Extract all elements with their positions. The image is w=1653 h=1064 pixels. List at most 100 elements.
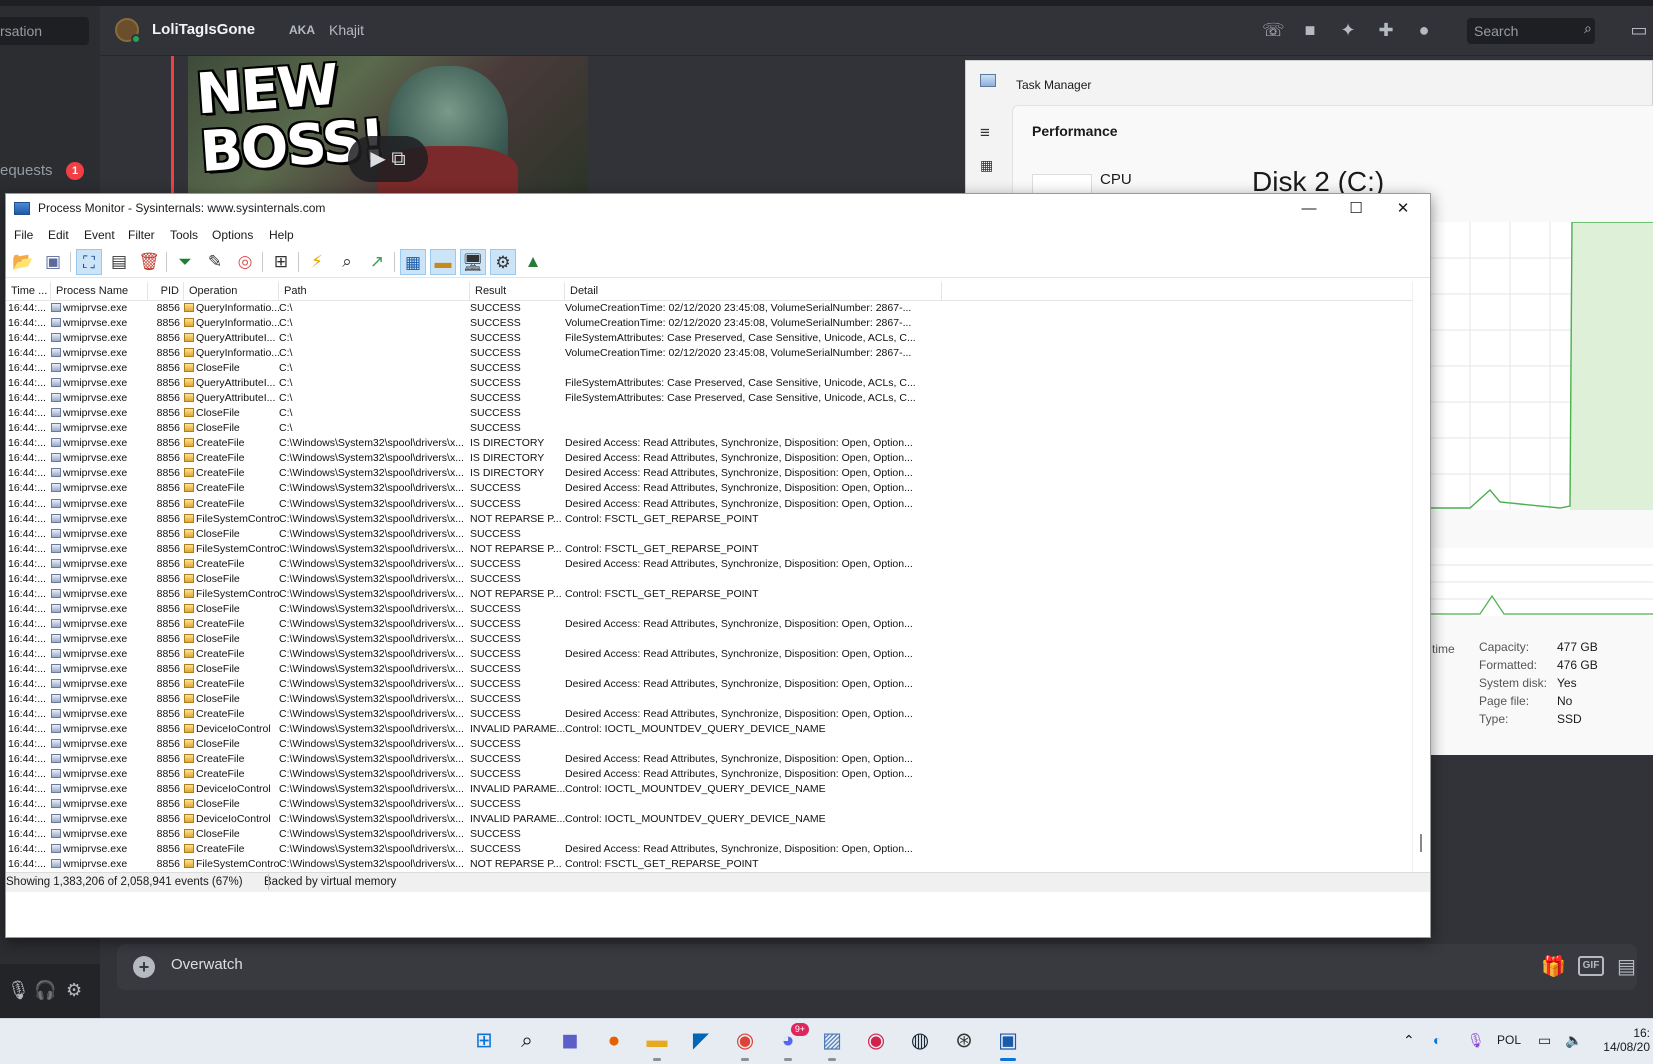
inbox-icon[interactable]: ▭ xyxy=(1628,20,1650,40)
table-row[interactable]: 16:44:... wmiprvse.exe 8856 CloseFile C:\Win… xyxy=(6,527,942,541)
table-row[interactable]: 16:44:... wmiprvse.exe 8856 FileSystemContr… xyxy=(6,542,942,556)
tray-edge-icon[interactable]: ◐ xyxy=(1433,1032,1441,1048)
menu-event[interactable]: Event xyxy=(84,228,115,242)
table-row[interactable]: 16:44:... wmiprvse.exe 8856 CloseFile C:\ SUC… xyxy=(6,406,942,420)
gear-icon[interactable]: ⚙ xyxy=(66,980,82,1001)
microphone-icon[interactable]: 🎙 xyxy=(7,980,30,1001)
steam-icon[interactable]: ◍ xyxy=(905,1026,935,1056)
table-row[interactable]: 16:44:... wmiprvse.exe 8856 DeviceIoControl… xyxy=(6,782,942,796)
menu-tools[interactable]: Tools xyxy=(170,228,198,242)
menu-file[interactable]: File xyxy=(14,228,33,242)
table-row[interactable]: 16:44:... wmiprvse.exe 8856 CreateFile C:\Wi… xyxy=(6,842,942,856)
autoscroll-icon[interactable]: ▤ xyxy=(106,249,132,275)
process-activity-icon[interactable]: ⚙ xyxy=(490,249,516,275)
column-header-detail[interactable]: Detail xyxy=(565,282,942,301)
find-icon[interactable]: ⌕ xyxy=(334,249,360,275)
filesystem-activity-icon[interactable]: ▬ xyxy=(430,249,456,275)
headphones-icon[interactable]: 🎧 xyxy=(34,980,56,1001)
registry-activity-icon[interactable]: ▦ xyxy=(400,249,426,275)
video-call-icon[interactable]: ■ xyxy=(1299,20,1321,40)
target-icon[interactable]: ◎ xyxy=(232,249,258,275)
discord-search-input[interactable]: Search xyxy=(1467,18,1595,44)
network-activity-icon[interactable]: 🖥 xyxy=(460,249,486,275)
table-row[interactable]: 16:44:... wmiprvse.exe 8856 CreateFile C:\Wi… xyxy=(6,436,942,450)
cpu-label[interactable]: CPU xyxy=(1100,171,1132,188)
volume-icon[interactable]: 🔈 xyxy=(1565,1032,1582,1049)
capture-icon[interactable]: ⛶ xyxy=(76,249,102,275)
column-header-pid[interactable]: PID xyxy=(148,282,184,301)
video-embed-thumbnail[interactable]: NEW BOSS! ▶ ⧉ xyxy=(188,56,588,196)
jump-icon[interactable]: ⚡ xyxy=(304,249,330,275)
tray-overflow-icon[interactable]: ⌃ xyxy=(1403,1032,1415,1049)
table-row[interactable]: 16:44:... wmiprvse.exe 8856 CreateFile C:\Wi… xyxy=(6,481,942,495)
message-input-text[interactable]: Overwatch xyxy=(171,956,243,973)
table-row[interactable]: 16:44:... wmiprvse.exe 8856 FileSystemContr… xyxy=(6,587,942,601)
tray-mic-icon[interactable]: 🎙 xyxy=(1467,1032,1485,1049)
table-row[interactable]: 16:44:... wmiprvse.exe 8856 CloseFile C:\Win… xyxy=(6,797,942,811)
process-monitor-taskbar-icon[interactable]: ▣ xyxy=(993,1026,1023,1056)
close-button[interactable]: ✕ xyxy=(1380,196,1426,222)
table-row[interactable]: 16:44:... wmiprvse.exe 8856 QueryAttributeI… xyxy=(6,331,942,345)
taskbar-clock[interactable]: 16: 14/08/20 xyxy=(1595,1026,1650,1054)
table-row[interactable]: 16:44:... wmiprvse.exe 8856 CloseFile C:\Win… xyxy=(6,572,942,586)
hamburger-menu-icon[interactable]: ≡ xyxy=(980,123,990,143)
table-row[interactable]: 16:44:... wmiprvse.exe 8856 QueryInformatio… xyxy=(6,316,942,330)
process-monitor-window[interactable]: Process Monitor - Sysinternals: www.sysi… xyxy=(5,193,1431,938)
menu-options[interactable]: Options xyxy=(212,228,253,242)
column-header-operation[interactable]: Operation xyxy=(184,282,279,301)
filter-icon[interactable]: ⏷ xyxy=(172,249,198,275)
table-row[interactable]: 16:44:... wmiprvse.exe 8856 CreateFile C:\Wi… xyxy=(6,767,942,781)
menu-edit[interactable]: Edit xyxy=(48,228,69,242)
table-row[interactable]: 16:44:... wmiprvse.exe 8856 CreateFile C:\Wi… xyxy=(6,617,942,631)
processes-nav-icon[interactable]: ▦ xyxy=(980,157,993,174)
chrome-icon[interactable]: ◉ xyxy=(730,1026,760,1056)
attach-plus-icon[interactable]: + xyxy=(133,956,155,978)
column-header-time[interactable]: Time ... xyxy=(6,282,51,301)
table-row[interactable]: 16:44:... wmiprvse.exe 8856 FileSystemContr… xyxy=(6,857,942,871)
taskbar-search-icon[interactable]: ⌕ xyxy=(512,1026,542,1056)
play-button[interactable]: ▶ ⧉ xyxy=(348,136,428,182)
table-row[interactable]: 16:44:... wmiprvse.exe 8856 QueryInformatio… xyxy=(6,301,942,315)
minimize-button[interactable]: — xyxy=(1286,196,1332,222)
table-row[interactable]: 16:44:... wmiprvse.exe 8856 FileSystemContr… xyxy=(6,512,942,526)
sticker-icon[interactable]: ▤ xyxy=(1617,954,1636,979)
table-row[interactable]: 16:44:... wmiprvse.exe 8856 CloseFile C:\Win… xyxy=(6,662,942,676)
menu-filter[interactable]: Filter xyxy=(128,228,155,242)
language-indicator[interactable]: POL xyxy=(1497,1033,1521,1047)
table-row[interactable]: 16:44:... wmiprvse.exe 8856 CloseFile C:\ SUC… xyxy=(6,421,942,435)
table-row[interactable]: 16:44:... wmiprvse.exe 8856 DeviceIoControl… xyxy=(6,812,942,826)
table-row[interactable]: 16:44:... wmiprvse.exe 8856 CloseFile C:\Win… xyxy=(6,737,942,751)
events-vertical-scrollbar[interactable] xyxy=(1412,282,1430,872)
task-manager-taskbar-icon[interactable]: ▨ xyxy=(817,1026,847,1056)
menu-help[interactable]: Help xyxy=(269,228,294,242)
cpu-thumbnail-graph[interactable] xyxy=(1032,174,1092,194)
column-header-path[interactable]: Path xyxy=(279,282,470,301)
save-icon[interactable]: ▣ xyxy=(40,249,66,275)
vscode-icon[interactable]: ◤ xyxy=(686,1026,716,1056)
table-row[interactable]: 16:44:... wmiprvse.exe 8856 CreateFile C:\Wi… xyxy=(6,707,942,721)
table-row[interactable]: 16:44:... wmiprvse.exe 8856 CreateFile C:\Wi… xyxy=(6,752,942,766)
message-requests-label[interactable]: equests xyxy=(0,162,53,179)
voice-call-icon[interactable]: ☏ xyxy=(1262,20,1285,40)
table-row[interactable]: 16:44:... wmiprvse.exe 8856 CreateFile C:\Wi… xyxy=(6,466,942,480)
overwatch-icon[interactable]: ⊛ xyxy=(949,1026,979,1056)
column-header-result[interactable]: Result xyxy=(470,282,565,301)
maximize-button[interactable]: ☐ xyxy=(1333,196,1379,222)
scrollbar-thumb[interactable] xyxy=(1420,834,1422,852)
table-row[interactable]: 16:44:... wmiprvse.exe 8856 CloseFile C:\Win… xyxy=(6,692,942,706)
table-row[interactable]: 16:44:... wmiprvse.exe 8856 CreateFile C:\Wi… xyxy=(6,557,942,571)
table-row[interactable]: 16:44:... wmiprvse.exe 8856 CloseFile C:\ SUC… xyxy=(6,361,942,375)
table-row[interactable]: 16:44:... wmiprvse.exe 8856 QueryInformatio… xyxy=(6,346,942,360)
gift-icon[interactable]: 🎁 xyxy=(1541,954,1566,979)
file-explorer-icon[interactable]: ▬ xyxy=(642,1026,672,1056)
pinned-messages-icon[interactable]: ✦ xyxy=(1337,20,1359,40)
user-profile-icon[interactable]: ● xyxy=(1413,20,1435,40)
table-row[interactable]: 16:44:... wmiprvse.exe 8856 CreateFile C:\Wi… xyxy=(6,497,942,511)
open-icon[interactable]: 📂 xyxy=(10,249,36,275)
gif-button[interactable]: GIF xyxy=(1578,956,1604,976)
profiling-events-icon[interactable]: ▲ xyxy=(520,249,546,275)
process-tree-icon[interactable]: ⊞ xyxy=(268,249,294,275)
message-input-bar[interactable] xyxy=(117,944,1637,990)
events-table-body[interactable]: 16:44:... wmiprvse.exe 8856 QueryInformatio… xyxy=(6,301,1412,872)
table-row[interactable]: 16:44:... wmiprvse.exe 8856 QueryAttributeI… xyxy=(6,376,942,390)
